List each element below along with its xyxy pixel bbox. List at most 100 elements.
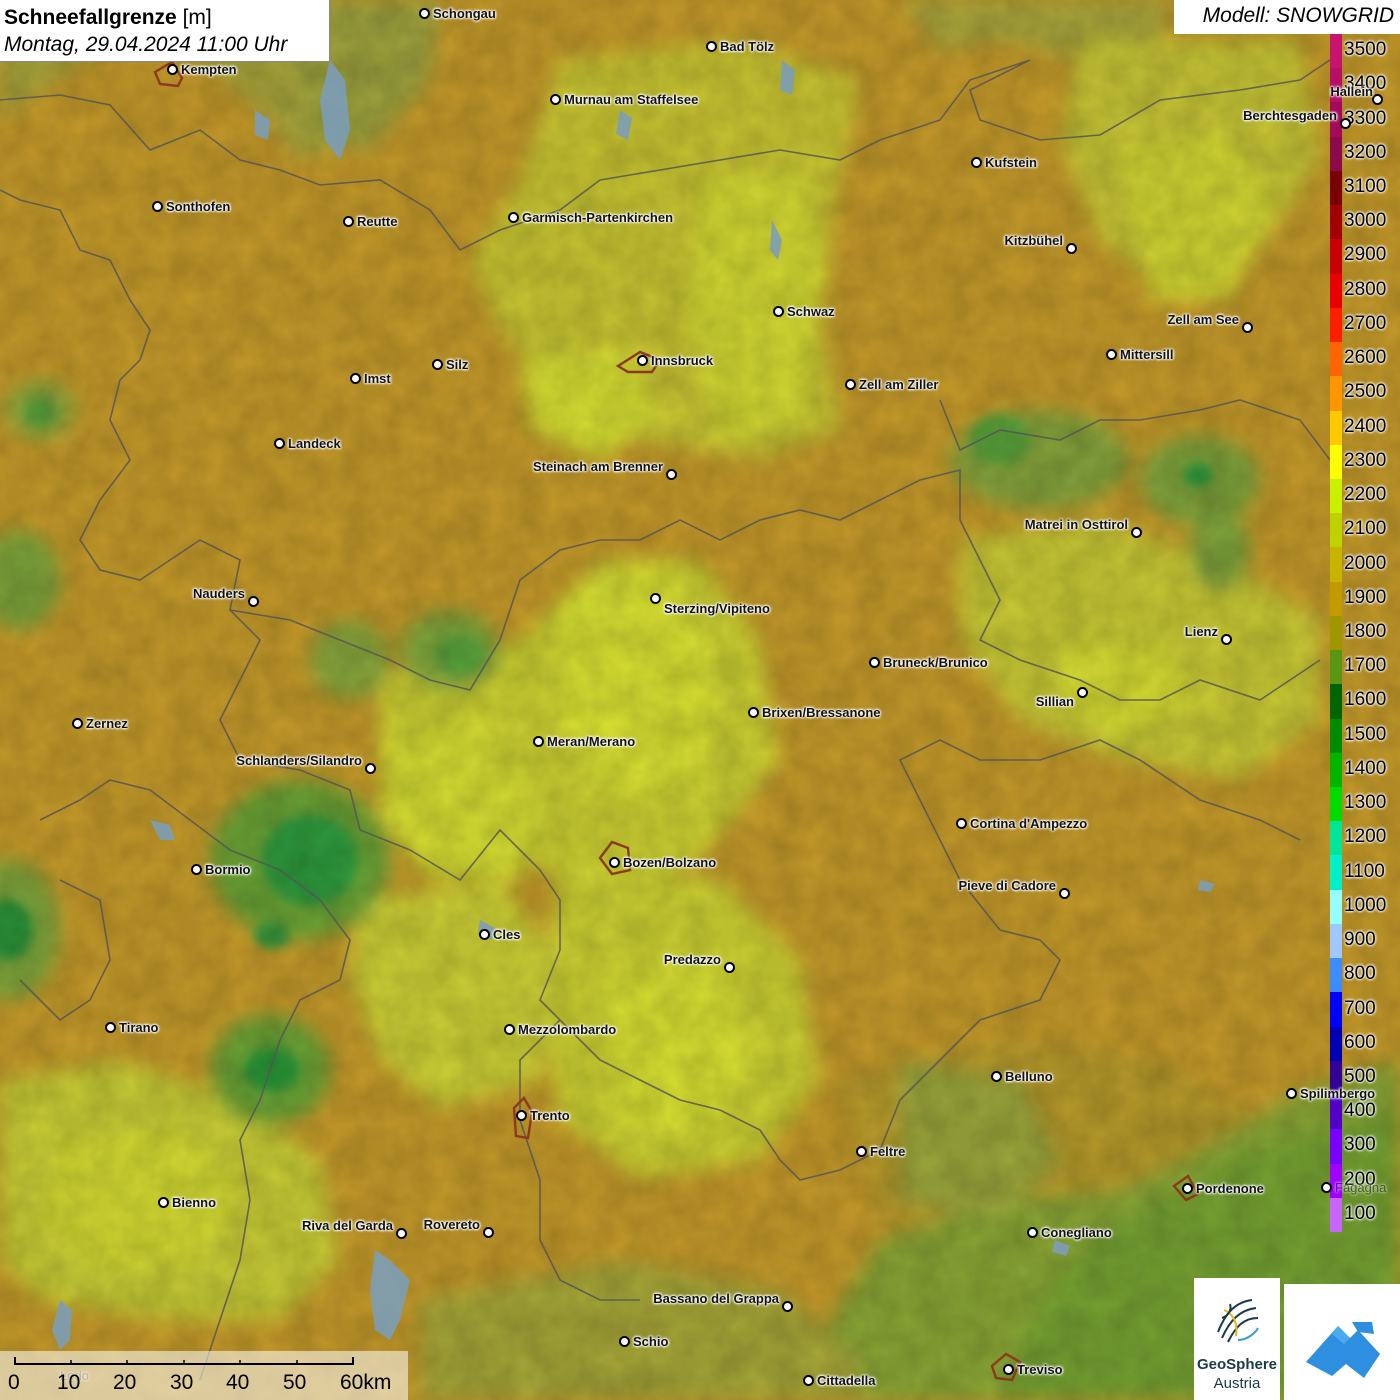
city-label: Mittersill bbox=[1120, 347, 1174, 362]
legend-swatch-100 bbox=[1330, 1197, 1342, 1233]
legend-swatch-1400 bbox=[1330, 752, 1342, 788]
scale-tick-label: 60km bbox=[340, 1371, 392, 1394]
city-label: Sillian bbox=[1035, 694, 1074, 709]
legend-label-100: 100 bbox=[1344, 1202, 1376, 1224]
legend-swatch-700 bbox=[1330, 992, 1342, 1028]
city-label: Trento bbox=[530, 1108, 570, 1123]
legend-swatch-1600 bbox=[1330, 684, 1342, 720]
legend-swatch-1500 bbox=[1330, 718, 1342, 754]
legend-label-1300: 1300 bbox=[1344, 792, 1387, 814]
legend-label-3100: 3100 bbox=[1344, 176, 1387, 198]
city-label: Meran/Merano bbox=[547, 734, 636, 749]
legend-label-1900: 1900 bbox=[1344, 586, 1387, 608]
legend-swatch-1900 bbox=[1330, 581, 1342, 617]
city-dot-icon bbox=[104, 1021, 116, 1033]
city-label: Lienz bbox=[1184, 624, 1218, 639]
city-dot-icon bbox=[665, 468, 677, 480]
city-label: Spilimbergo bbox=[1300, 1086, 1376, 1101]
city-label: Fagagna bbox=[1335, 1180, 1387, 1195]
city-dot-icon bbox=[190, 863, 202, 875]
legend-label-600: 600 bbox=[1344, 1031, 1376, 1053]
city-label: Rovereto bbox=[423, 1217, 480, 1232]
city-label: Belluno bbox=[1005, 1069, 1053, 1084]
city-dot-icon bbox=[1371, 93, 1383, 105]
city-dot-icon bbox=[482, 1226, 494, 1238]
city-label: Bruneck/Brunico bbox=[883, 655, 988, 670]
legend-label-2300: 2300 bbox=[1344, 449, 1387, 471]
city-dot-icon bbox=[1130, 526, 1142, 538]
legend-label-1400: 1400 bbox=[1344, 757, 1387, 779]
title-unit: [m] bbox=[182, 6, 212, 29]
city-dot-icon bbox=[1339, 117, 1351, 129]
city-dot-icon bbox=[772, 305, 784, 317]
city-dot-icon bbox=[151, 200, 163, 212]
city-label: Bozen/Bolzano bbox=[623, 855, 717, 870]
city-dot-icon bbox=[549, 93, 561, 105]
city-dot-icon bbox=[507, 211, 519, 223]
app-mountain-icon bbox=[1306, 1322, 1380, 1378]
geosphere-logo[interactable]: GeoSphere Austria bbox=[1194, 1278, 1280, 1400]
legend-swatch-1000 bbox=[1330, 889, 1342, 925]
legend-swatch-2700 bbox=[1330, 307, 1342, 343]
city-label: Schio bbox=[633, 1334, 669, 1349]
city-label: Mezzolombardo bbox=[518, 1022, 617, 1037]
legend-swatch-2300 bbox=[1330, 444, 1342, 480]
city-dot-icon bbox=[747, 706, 759, 718]
city-dot-icon bbox=[970, 156, 982, 168]
city-dot-icon bbox=[1241, 321, 1253, 333]
city-dot-icon bbox=[723, 961, 735, 973]
city-dot-icon bbox=[636, 354, 648, 366]
city-label: Reutte bbox=[357, 214, 398, 229]
city-label: Predazzo bbox=[663, 952, 721, 967]
city-label: Pordenone bbox=[1196, 1181, 1264, 1196]
legend-swatch-1200 bbox=[1330, 821, 1342, 856]
legend-swatch-900 bbox=[1330, 923, 1342, 959]
legend-label-2400: 2400 bbox=[1344, 415, 1387, 437]
city-label: Feltre bbox=[870, 1144, 906, 1159]
scale-tick-label: 0 bbox=[8, 1371, 20, 1394]
city-label: Cortina d'Ampezzo bbox=[970, 816, 1088, 831]
weather-app-logo[interactable] bbox=[1284, 1284, 1400, 1400]
legend-swatch-2100 bbox=[1330, 513, 1342, 548]
city-label: Steinach am Brenner bbox=[532, 459, 663, 474]
city-label: Schlanders/Silandro bbox=[236, 753, 362, 768]
city-label: Matrei in Osttirol bbox=[1024, 517, 1128, 532]
legend-label-2800: 2800 bbox=[1344, 278, 1387, 300]
scale-tick-label: 30 bbox=[170, 1371, 194, 1394]
city-dot-icon bbox=[1285, 1087, 1297, 1099]
city-label: Imst bbox=[364, 371, 391, 386]
city-dot-icon bbox=[1002, 1363, 1014, 1375]
city-dot-icon bbox=[1320, 1181, 1332, 1193]
city-dot-icon bbox=[1026, 1226, 1038, 1238]
city-dot-icon bbox=[431, 358, 443, 370]
city-dot-icon bbox=[802, 1374, 814, 1386]
legend-label-800: 800 bbox=[1344, 963, 1376, 985]
city-label: Nauders bbox=[192, 586, 245, 601]
city-dot-icon bbox=[532, 735, 544, 747]
geosphere-country: Austria bbox=[1213, 1375, 1261, 1392]
legend-label-300: 300 bbox=[1344, 1134, 1376, 1156]
legend-label-2900: 2900 bbox=[1344, 244, 1387, 266]
legend-label-3000: 3000 bbox=[1344, 210, 1387, 232]
city-label: Riva del Garda bbox=[301, 1218, 393, 1233]
city-dot-icon bbox=[349, 372, 361, 384]
city-dot-icon bbox=[478, 928, 490, 940]
city-dot-icon bbox=[395, 1227, 407, 1239]
legend-label-2700: 2700 bbox=[1344, 312, 1387, 334]
city-label: Schwaz bbox=[787, 304, 835, 319]
legend-swatch-1300 bbox=[1330, 787, 1342, 822]
city-dot-icon bbox=[955, 817, 967, 829]
legend-label-400: 400 bbox=[1344, 1100, 1376, 1122]
city-dot-icon bbox=[364, 762, 376, 774]
snowfall-line-map[interactable]: Schneefallgrenze [m] Montag, 29.04.2024 … bbox=[0, 0, 1400, 1400]
city-label: Innsbruck bbox=[651, 353, 714, 368]
city-label: Schongau bbox=[433, 6, 496, 21]
city-dot-icon bbox=[1181, 1182, 1193, 1194]
legend-label-2100: 2100 bbox=[1344, 518, 1387, 540]
city-label: Berchtesgaden bbox=[1243, 108, 1337, 123]
legend-swatch-3500 bbox=[1330, 34, 1342, 69]
city-label: Garmisch-Partenkirchen bbox=[522, 210, 674, 225]
legend-label-1200: 1200 bbox=[1344, 826, 1387, 848]
city-dot-icon bbox=[247, 595, 259, 607]
legend-swatch-2400 bbox=[1330, 410, 1342, 446]
